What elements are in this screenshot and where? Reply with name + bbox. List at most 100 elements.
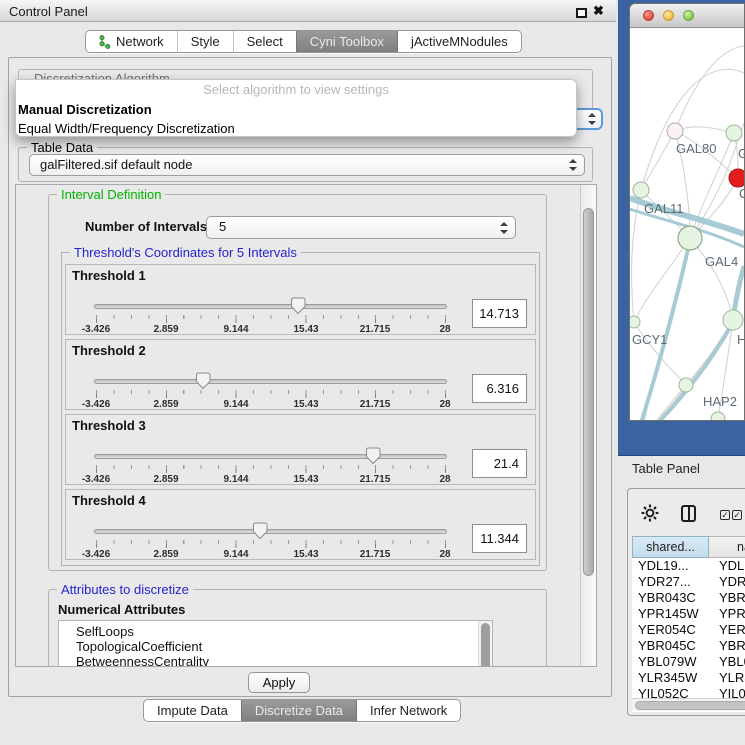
cell[interactable]: YDL19	[709, 558, 745, 574]
zoom-traffic-light-icon[interactable]	[683, 10, 694, 21]
cell[interactable]: YBL079W	[709, 654, 745, 670]
apply-button[interactable]: Apply	[248, 672, 310, 693]
node-gal11[interactable]	[633, 182, 649, 198]
node-label: GAL4	[705, 254, 738, 269]
network-canvas[interactable]: GAL80 GA C GAL11 GAL4 GCY1 H HAP2	[630, 28, 744, 420]
threshold-1-value-field[interactable]: 14.713	[472, 299, 527, 328]
slider-handle[interactable]	[290, 297, 305, 315]
cell[interactable]: YDL19...	[632, 558, 709, 574]
cell[interactable]: YBR045C	[632, 638, 709, 654]
threshold-3-panel: Threshold 3 -3.426 2.859 9.144 15.43	[65, 414, 536, 485]
application-window: Control Panel ✖ Network Style Select Cyn…	[0, 0, 745, 745]
table-row[interactable]: YER054CYER054C	[632, 622, 745, 638]
slider-minor-ticks	[96, 390, 446, 394]
slider-track[interactable]	[94, 379, 447, 384]
tab-impute-data[interactable]: Impute Data	[144, 700, 241, 721]
cell[interactable]: YPR145W	[709, 606, 745, 622]
scrollbar-thumb[interactable]	[583, 208, 594, 576]
cell[interactable]: YLR345W	[632, 670, 709, 686]
table-horizontal-scrollbar[interactable]	[632, 698, 745, 711]
close-traffic-light-icon[interactable]	[643, 10, 654, 21]
slider-minor-ticks	[96, 465, 446, 469]
list-item[interactable]: BetweennessCentrality	[59, 654, 492, 667]
tab-style[interactable]: Style	[177, 31, 233, 52]
node-gal80[interactable]	[667, 123, 683, 139]
column-header-shared-name[interactable]: shared...	[632, 536, 709, 558]
checkbox-icon[interactable]: ✓	[732, 510, 742, 520]
node-h[interactable]	[723, 310, 743, 330]
tab-cyni-toolbox[interactable]: Cyni Toolbox	[296, 31, 397, 52]
table-row[interactable]: YLR345WYLR345W	[632, 670, 745, 686]
popup-item-equal-width-frequency[interactable]: Equal Width/Frequency Discretization	[16, 119, 576, 138]
node-gcy1[interactable]	[630, 316, 640, 328]
table-row[interactable]: YBR045CYBR045C	[632, 638, 745, 654]
table-row[interactable]: YDR27...YDR27	[632, 574, 745, 590]
network-window-titlebar[interactable]	[630, 4, 744, 28]
cell[interactable]: YBL079W	[632, 654, 709, 670]
scale-label: 21.715	[360, 549, 391, 560]
scrollbar-thumb[interactable]	[635, 701, 745, 710]
cell[interactable]: YPR145W	[632, 606, 709, 622]
settings-vertical-scrollbar[interactable]	[580, 185, 596, 666]
threshold-2-slider[interactable]: -3.426 2.859 9.144 15.43 21.715 28	[94, 366, 447, 412]
split-view-icon[interactable]	[681, 505, 696, 522]
scale-label: 9.144	[223, 324, 248, 335]
node-partial-top-right[interactable]	[726, 125, 742, 141]
checkbox-icon[interactable]: ✓	[720, 510, 730, 520]
threshold-3-slider[interactable]: -3.426 2.859 9.144 15.43 21.715 28	[94, 441, 447, 487]
threshold-3-value-field[interactable]: 21.4	[472, 449, 527, 478]
table-row[interactable]: YIL052CYIL052C	[632, 686, 745, 698]
node-gal4[interactable]	[678, 226, 702, 250]
tab-select[interactable]: Select	[233, 31, 296, 52]
spinner-arrows-icon	[500, 222, 508, 234]
tab-network[interactable]: Network	[86, 31, 177, 52]
cell[interactable]: YBR045C	[709, 638, 745, 654]
slider-handle[interactable]	[196, 372, 211, 390]
node-partial-bottom[interactable]	[711, 412, 725, 420]
tab-label: Impute Data	[157, 703, 228, 718]
slider-handle[interactable]	[252, 522, 267, 540]
table-row[interactable]: YBL079WYBL079W	[632, 654, 745, 670]
cell[interactable]: YIL052C	[709, 686, 745, 698]
cell[interactable]: YBR043C	[632, 590, 709, 606]
threshold-4-value-field[interactable]: 11.344	[472, 524, 527, 553]
close-icon[interactable]: ✖	[593, 3, 604, 19]
gear-icon[interactable]	[641, 504, 659, 522]
minimize-traffic-light-icon[interactable]	[663, 10, 674, 21]
cell[interactable]: YDR27	[709, 574, 745, 590]
column-header-name[interactable]: na	[709, 536, 745, 558]
popup-item-manual-discretization[interactable]: Manual Discretization	[16, 100, 576, 119]
cell[interactable]: YBR043C	[709, 590, 745, 606]
threshold-4-slider[interactable]: -3.426 2.859 9.144 15.43 21.715 28	[94, 516, 447, 562]
node-red[interactable]	[729, 169, 744, 187]
float-window-icon[interactable]	[576, 8, 587, 18]
scale-label: 15.43	[293, 549, 318, 560]
threshold-2-value-field[interactable]: 6.316	[472, 374, 527, 403]
slider-track[interactable]	[94, 529, 447, 534]
cell[interactable]: YIL052C	[632, 686, 709, 698]
group-title: Attributes to discretize	[57, 582, 193, 597]
tab-jactivemnodules[interactable]: jActiveMNodules	[397, 31, 521, 52]
threshold-1-slider[interactable]: -3.426 2.859 9.144 15.43 21.715 28	[94, 291, 447, 337]
threshold-label: Threshold 1	[72, 268, 146, 283]
table-row[interactable]: YPR145WYPR145W	[632, 606, 745, 622]
cell[interactable]: YER054C	[632, 622, 709, 638]
number-of-intervals-combobox[interactable]: 5	[206, 216, 516, 239]
threshold-label: Threshold 2	[72, 343, 146, 358]
table-row[interactable]: YBR043CYBR043C	[632, 590, 745, 606]
list-item[interactable]: TopologicalCoefficient	[59, 639, 492, 654]
table-data-combobox[interactable]: galFiltered.sif default node	[29, 154, 585, 176]
node-hap2[interactable]	[679, 378, 693, 392]
list-scrollbar[interactable]	[478, 621, 492, 667]
list-item[interactable]: SelfLoops	[59, 624, 492, 639]
slider-track[interactable]	[94, 454, 447, 459]
cell[interactable]: YDR27...	[632, 574, 709, 590]
tab-discretize-data[interactable]: Discretize Data	[241, 700, 356, 721]
cell[interactable]: YER054C	[709, 622, 745, 638]
table-row[interactable]: YDL19...YDL19	[632, 558, 745, 574]
tab-infer-network[interactable]: Infer Network	[356, 700, 460, 721]
cell[interactable]: YLR345W	[709, 670, 745, 686]
scrollbar-thumb[interactable]	[481, 623, 490, 667]
slider-handle[interactable]	[365, 447, 380, 465]
slider-track[interactable]	[94, 304, 447, 309]
